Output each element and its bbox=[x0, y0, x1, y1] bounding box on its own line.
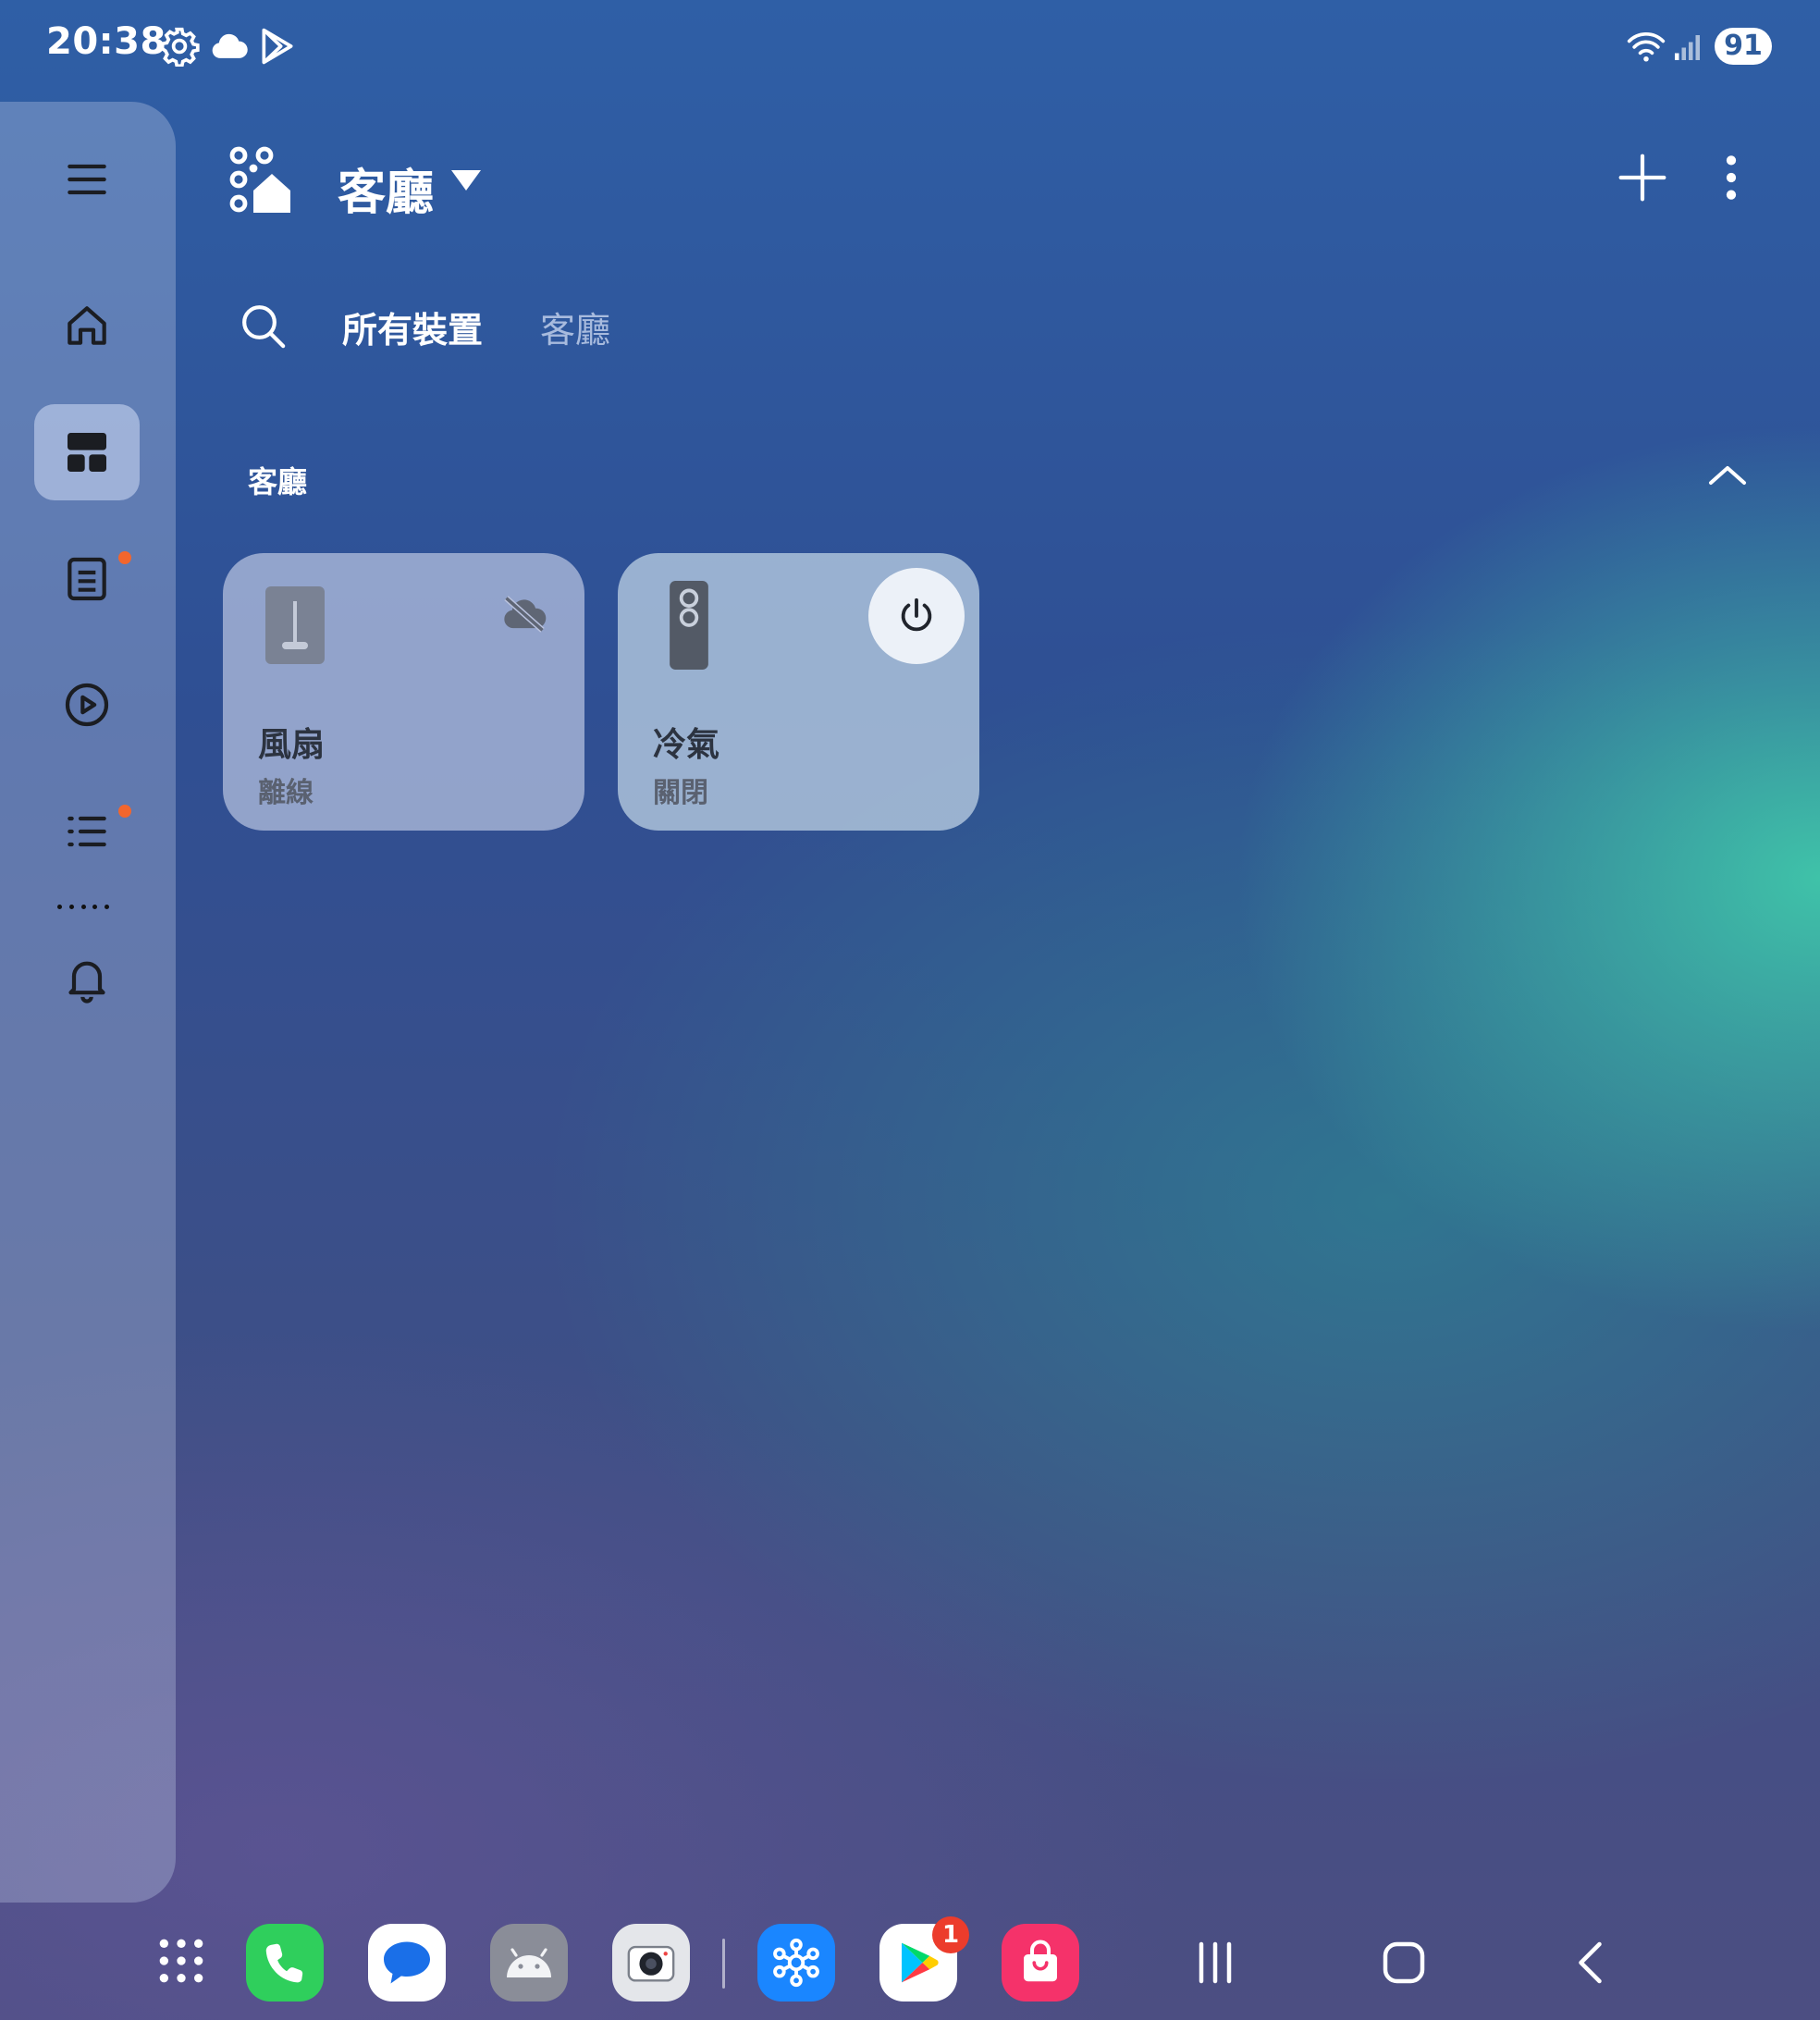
phone-app-icon[interactable] bbox=[246, 1924, 324, 2002]
play-store-badge: 1 bbox=[932, 1916, 969, 1953]
nav-notifications-button[interactable] bbox=[34, 930, 140, 1027]
fan-device-icon bbox=[265, 586, 325, 664]
signal-icon bbox=[1675, 35, 1700, 60]
smartthings-home-icon bbox=[229, 146, 290, 213]
shopping-bag-icon bbox=[1024, 1940, 1057, 1982]
status-time: 20:38 bbox=[46, 20, 166, 63]
list-icon bbox=[68, 816, 106, 847]
caret-down-icon[interactable] bbox=[451, 170, 481, 192]
camera-app-icon[interactable] bbox=[612, 1924, 690, 2002]
add-icon[interactable] bbox=[1617, 152, 1668, 203]
android-head-icon bbox=[507, 1948, 551, 1977]
apps-grid-icon[interactable] bbox=[155, 1935, 207, 1987]
status-bar: 20:38 91 bbox=[0, 0, 1820, 92]
device-name: 冷氣 bbox=[653, 726, 720, 764]
device-card-aircon[interactable]: 冷氣 關閉 bbox=[618, 553, 979, 831]
device-name: 風扇 bbox=[258, 726, 326, 764]
wifi-icon bbox=[1627, 31, 1666, 62]
notes-icon bbox=[68, 557, 106, 601]
play-store-outline-icon bbox=[262, 28, 293, 65]
galaxy-store-app-icon[interactable] bbox=[1002, 1924, 1079, 2002]
camera-lens-icon bbox=[627, 1945, 675, 1982]
chevron-up-icon[interactable] bbox=[1705, 453, 1750, 498]
side-rail bbox=[0, 102, 176, 1903]
back-icon[interactable] bbox=[1565, 1935, 1620, 1990]
nav-list-button[interactable] bbox=[34, 783, 140, 880]
section-title: 客廳 bbox=[248, 464, 308, 499]
messages-app-icon[interactable] bbox=[368, 1924, 446, 2002]
chat-bubble-icon bbox=[384, 1941, 430, 1984]
smartthings-app-icon[interactable] bbox=[757, 1924, 835, 2002]
more-divider bbox=[57, 897, 109, 916]
cloud-off-icon bbox=[504, 596, 547, 633]
smartthings-hub-icon bbox=[773, 1938, 819, 1988]
nav-life-button[interactable] bbox=[34, 531, 140, 627]
gear-icon bbox=[160, 27, 200, 67]
power-icon bbox=[901, 597, 932, 632]
device-card-fan[interactable]: 風扇 離線 bbox=[223, 553, 584, 831]
home-nav-icon[interactable] bbox=[1376, 1935, 1432, 1990]
location-title[interactable]: 客廳 bbox=[338, 154, 434, 223]
more-options-icon[interactable] bbox=[1720, 152, 1742, 203]
cloud-icon bbox=[212, 33, 248, 58]
notification-dot bbox=[118, 805, 131, 818]
device-status: 關閉 bbox=[653, 777, 708, 809]
dashboard-icon bbox=[68, 433, 106, 472]
bell-icon bbox=[68, 961, 105, 1004]
nav-home-button[interactable] bbox=[34, 277, 140, 374]
nav-devices-button[interactable] bbox=[34, 404, 140, 500]
play-circle-icon bbox=[65, 683, 109, 727]
notification-dot bbox=[118, 551, 131, 564]
battery-indicator: 91 bbox=[1715, 28, 1772, 65]
recents-icon[interactable] bbox=[1187, 1935, 1243, 1990]
device-status: 離線 bbox=[258, 777, 314, 809]
phone-handset-icon bbox=[265, 1943, 303, 1983]
android-app-icon[interactable] bbox=[490, 1924, 568, 2002]
power-button[interactable] bbox=[868, 568, 965, 664]
hamburger-icon bbox=[68, 164, 106, 195]
remote-device-icon bbox=[670, 581, 708, 670]
tab-all-devices[interactable]: 所有裝置 bbox=[342, 302, 483, 352]
nav-automations-button[interactable] bbox=[34, 657, 140, 753]
search-icon[interactable] bbox=[237, 300, 289, 351]
tab-room[interactable]: 客廳 bbox=[540, 302, 610, 352]
home-icon bbox=[68, 306, 106, 345]
dock-divider bbox=[722, 1939, 725, 1989]
hamburger-menu-button[interactable] bbox=[34, 131, 140, 228]
